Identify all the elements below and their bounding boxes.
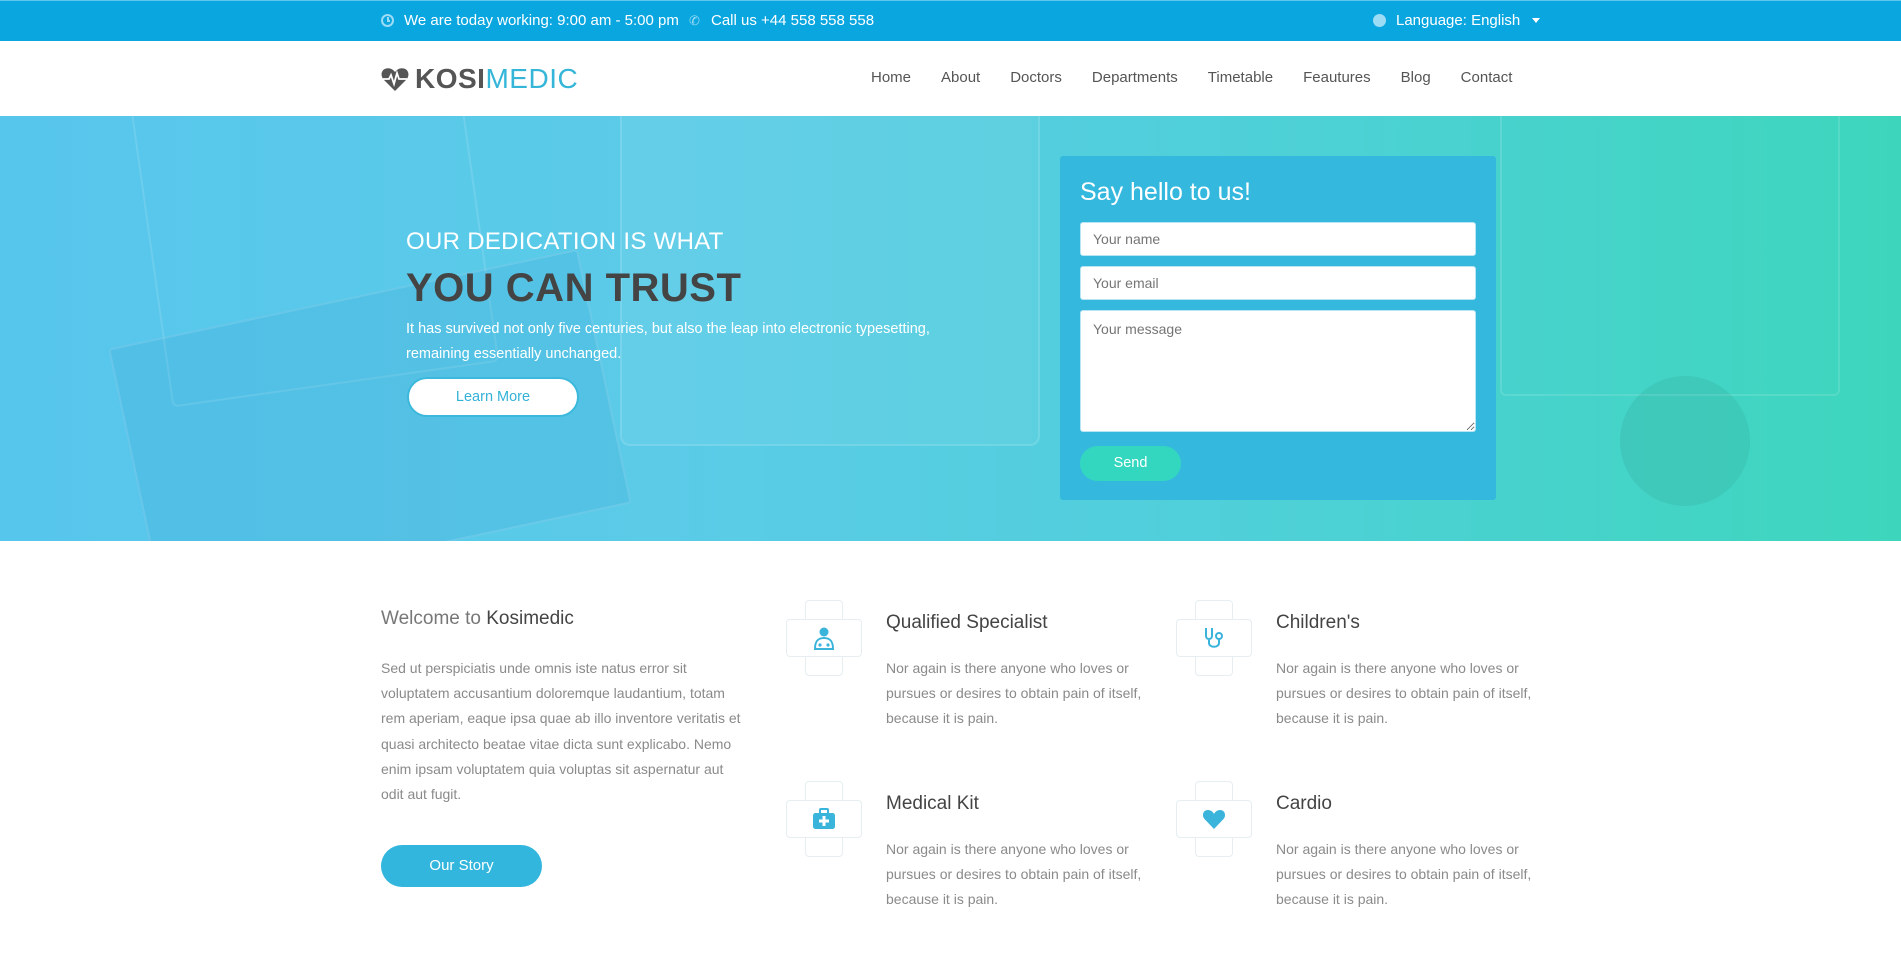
welcome-title-name: Kosimedic (486, 608, 574, 629)
medical-kit-icon (786, 781, 862, 857)
welcome-text: Sed ut perspiciatis unde omnis iste natu… (381, 660, 741, 803)
caret-down-icon (1532, 18, 1541, 23)
message-textarea[interactable] (1080, 310, 1476, 432)
clock-icon (381, 14, 394, 27)
logo-text-light: MEDIC (485, 63, 579, 94)
language-text: Language: English (1396, 12, 1521, 29)
contact-form: Say hello to us! Send (1060, 156, 1496, 500)
welcome-title: Welcome to Kosimedic (381, 608, 574, 630)
feature-childrens: Children's Nor again is there anyone who… (1176, 600, 1536, 750)
logo-text: KOSIMEDIC (415, 63, 578, 95)
feature-title: Qualified Specialist (886, 612, 1048, 633)
send-button[interactable]: Send (1080, 446, 1181, 481)
logo-text-bold: KOSI (415, 63, 486, 94)
site-header: KOSIMEDIC Home About Doctors Departments… (0, 41, 1901, 116)
nav-blog[interactable]: Blog (1401, 69, 1431, 86)
working-hours-text: We are today working: 9:00 am - 5:00 pm (404, 12, 679, 29)
globe-icon (1373, 14, 1386, 27)
hero-title: YOU CAN TRUST (406, 266, 742, 310)
feature-title: Medical Kit (886, 793, 979, 814)
folder-decoration (1500, 116, 1840, 396)
name-input[interactable] (1080, 222, 1476, 256)
nav-about[interactable]: About (941, 69, 980, 86)
doctor-icon (786, 600, 862, 676)
feature-text: Nor again is there anyone who loves or p… (1276, 660, 1532, 727)
nav-timetable[interactable]: Timetable (1208, 69, 1273, 86)
working-hours: We are today working: 9:00 am - 5:00 pm (381, 12, 679, 29)
main-nav: Home About Doctors Departments Timetable… (871, 69, 1542, 86)
our-story-button[interactable]: Our Story (381, 845, 542, 887)
feature-medical-kit: Medical Kit Nor again is there anyone wh… (786, 781, 1146, 931)
feature-text: Nor again is there anyone who loves or p… (886, 841, 1142, 908)
phone-info: ✆ Call us +44 558 558 558 (688, 12, 874, 29)
feature-text: Nor again is there anyone who loves or p… (1276, 841, 1532, 908)
nav-home[interactable]: Home (871, 69, 911, 86)
phone-text: Call us +44 558 558 558 (711, 12, 875, 29)
email-input[interactable] (1080, 266, 1476, 300)
language-selector[interactable]: Language: English (1373, 12, 1541, 29)
heart-icon (1176, 781, 1252, 857)
nav-doctors[interactable]: Doctors (1010, 69, 1062, 86)
feature-qualified-specialist: Qualified Specialist Nor again is there … (786, 600, 1146, 750)
hero-text: It has survived not only five centuries,… (406, 321, 930, 362)
feature-title: Children's (1276, 612, 1360, 633)
learn-more-button[interactable]: Learn More (407, 377, 579, 417)
logo[interactable]: KOSIMEDIC (381, 63, 578, 95)
nav-departments[interactable]: Departments (1092, 69, 1178, 86)
feature-cardio: Cardio Nor again is there anyone who lov… (1176, 781, 1536, 931)
nav-contact[interactable]: Contact (1461, 69, 1513, 86)
feature-text: Nor again is there anyone who loves or p… (886, 660, 1142, 727)
heart-pulse-icon (381, 67, 409, 92)
top-info-bar: We are today working: 9:00 am - 5:00 pm … (0, 0, 1901, 41)
contact-form-title: Say hello to us! (1080, 178, 1251, 206)
cup-decoration (1620, 376, 1750, 506)
nav-features[interactable]: Feautures (1303, 69, 1371, 86)
feature-title: Cardio (1276, 793, 1332, 814)
welcome-title-prefix: Welcome to (381, 608, 481, 629)
phone-icon: ✆ (689, 13, 700, 28)
stethoscope-icon (1176, 600, 1252, 676)
hero-banner: OUR DEDICATION IS WHAT YOU CAN TRUST It … (0, 116, 1901, 541)
hero-subtitle: OUR DEDICATION IS WHAT (406, 228, 724, 255)
